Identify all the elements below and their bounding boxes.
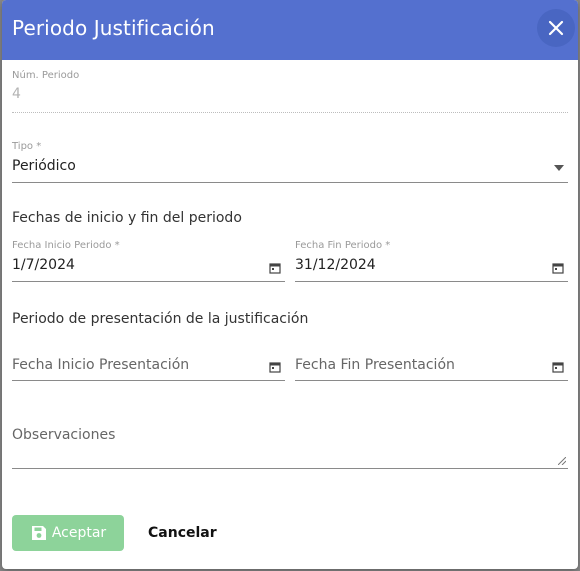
- close-button[interactable]: [537, 9, 575, 47]
- save-icon: [31, 526, 46, 540]
- tipo-label: Tipo *: [12, 141, 42, 152]
- num-periodo-label: Núm. Periodo: [12, 70, 80, 81]
- tipo-select[interactable]: Tipo * Periódico: [12, 141, 568, 183]
- num-periodo-underline: [12, 112, 568, 113]
- dialog: Periodo Justificación Núm. Periodo 4 Tip…: [2, 0, 578, 569]
- dialog-title: Periodo Justificación: [12, 16, 215, 40]
- fecha-fin-presentacion-field[interactable]: Fecha Fin Presentación: [295, 357, 568, 381]
- calendar-icon[interactable]: [552, 361, 564, 373]
- fecha-fin-periodo-underline: [295, 281, 568, 282]
- observaciones-placeholder: Observaciones: [12, 427, 116, 443]
- fecha-inicio-periodo-label: Fecha Inicio Periodo *: [12, 240, 120, 251]
- fecha-inicio-presentacion-underline: [12, 380, 285, 381]
- fecha-fin-periodo-field[interactable]: Fecha Fin Periodo * 31/12/2024: [295, 240, 568, 282]
- tipo-underline: [12, 182, 568, 183]
- accept-label: Aceptar: [51, 525, 107, 541]
- calendar-icon[interactable]: [269, 262, 281, 274]
- fecha-fin-presentacion-placeholder: Fecha Fin Presentación: [295, 357, 455, 373]
- observaciones-textarea[interactable]: Observaciones: [12, 427, 568, 469]
- fecha-inicio-periodo-field[interactable]: Fecha Inicio Periodo * 1/7/2024: [12, 240, 285, 282]
- tipo-value: Periódico: [12, 158, 76, 174]
- fecha-inicio-periodo-value: 1/7/2024: [12, 257, 75, 273]
- num-periodo-value: 4: [12, 86, 21, 102]
- observaciones-underline: [12, 468, 568, 469]
- cancel-button[interactable]: Cancelar: [142, 515, 223, 551]
- section-presentacion: Periodo de presentación de la justificac…: [12, 311, 309, 327]
- num-periodo-field: Núm. Periodo 4: [12, 70, 568, 113]
- fecha-fin-presentacion-underline: [295, 380, 568, 381]
- fecha-fin-periodo-value: 31/12/2024: [295, 257, 376, 273]
- resize-handle-icon[interactable]: [558, 457, 566, 465]
- section-fechas-periodo: Fechas de inicio y fin del periodo: [12, 210, 242, 226]
- calendar-icon[interactable]: [552, 262, 564, 274]
- fecha-inicio-presentacion-placeholder: Fecha Inicio Presentación: [12, 357, 190, 373]
- calendar-icon[interactable]: [269, 361, 281, 373]
- fecha-fin-periodo-label: Fecha Fin Periodo *: [295, 240, 391, 251]
- dialog-header: Periodo Justificación: [2, 0, 578, 60]
- fecha-inicio-presentacion-field[interactable]: Fecha Inicio Presentación: [12, 357, 285, 381]
- dropdown-arrow-icon: [554, 165, 564, 171]
- cancel-label: Cancelar: [148, 525, 217, 541]
- accept-button[interactable]: Aceptar: [12, 515, 124, 551]
- fecha-inicio-periodo-underline: [12, 281, 285, 282]
- close-icon: [548, 20, 564, 36]
